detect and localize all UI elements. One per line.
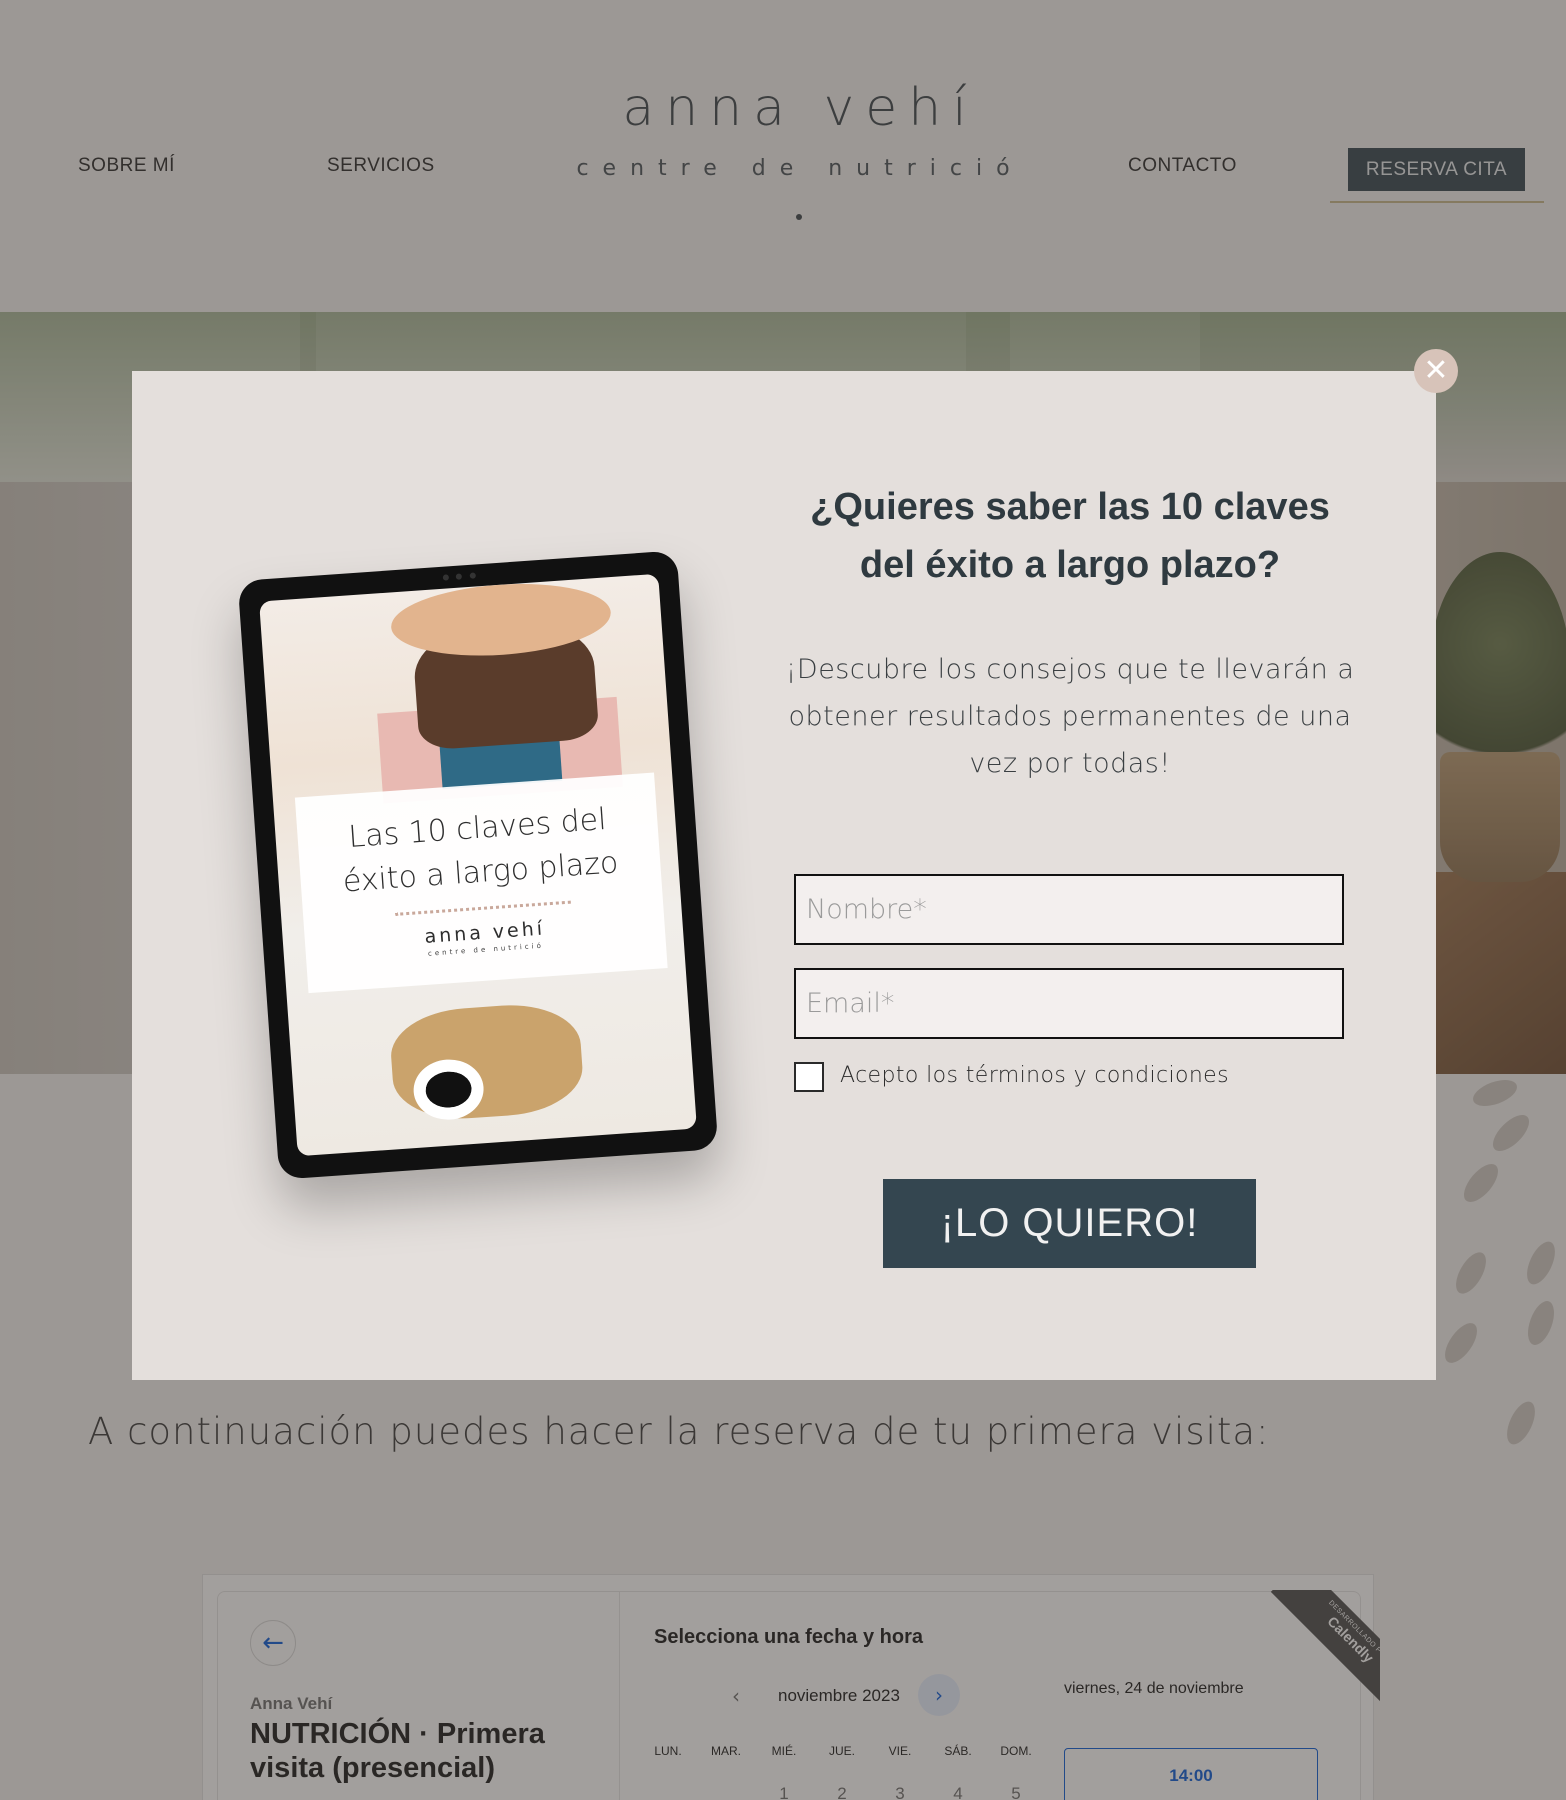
popup-subtitle: ¡Descubre los consejos que te llevarán a…	[785, 654, 1355, 779]
email-input[interactable]	[794, 968, 1344, 1039]
name-input[interactable]	[794, 874, 1344, 945]
camera-dot	[469, 572, 477, 579]
terms-label[interactable]: Acepto los términos y condiciones	[840, 1063, 1229, 1088]
tablet-frame: Las 10 claves del éxito a largo plazo an…	[237, 550, 719, 1180]
close-icon: ✕	[1423, 353, 1449, 388]
submit-button[interactable]: ¡LO QUIERO!	[883, 1179, 1256, 1268]
ebook-title-card: Las 10 claves del éxito a largo plazo an…	[294, 772, 668, 994]
ebook-divider	[395, 900, 571, 916]
ebook-cover: Las 10 claves del éxito a largo plazo an…	[259, 573, 697, 1157]
ebook-title: Las 10 claves del éxito a largo plazo	[341, 801, 620, 900]
camera-dot	[455, 573, 463, 580]
close-button[interactable]: ✕	[1414, 349, 1458, 393]
camera-dot	[442, 574, 450, 581]
terms-checkbox[interactable]	[794, 1062, 824, 1092]
popup-title: ¿Quieres saber las 10 claves del éxito a…	[810, 486, 1330, 586]
ebook-tablet-mockup: Las 10 claves del éxito a largo plazo an…	[237, 550, 719, 1180]
